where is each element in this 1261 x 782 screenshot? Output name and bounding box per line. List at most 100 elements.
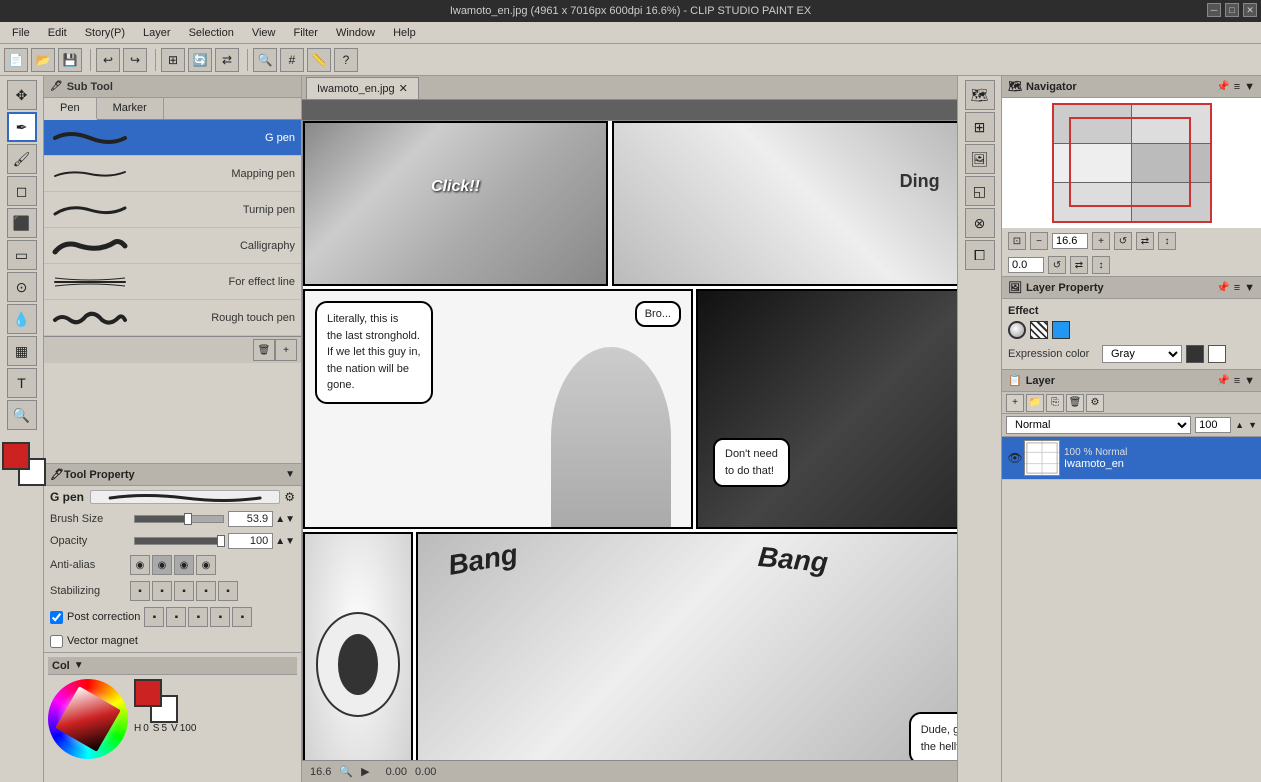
maximize-button[interactable]: □ bbox=[1225, 3, 1239, 17]
nav-flip-v[interactable]: ↕ bbox=[1092, 256, 1110, 274]
menu-item-storyp[interactable]: Story(P) bbox=[77, 25, 133, 41]
effect-circle-btn[interactable] bbox=[1008, 321, 1026, 339]
nav-zoom-input[interactable] bbox=[1052, 233, 1088, 249]
lasso-tool[interactable]: ⊙ bbox=[7, 272, 37, 302]
color-wheel-container[interactable] bbox=[48, 679, 128, 759]
anti-alias-strong[interactable]: ◉ bbox=[196, 555, 216, 575]
canvas-tab-close[interactable]: ✕ bbox=[399, 82, 408, 95]
stab-2[interactable]: ▪ bbox=[152, 581, 172, 601]
fg-color-swatch[interactable] bbox=[134, 679, 162, 707]
add-layer-btn[interactable]: + bbox=[1006, 394, 1024, 412]
canvas-content[interactable]: Click!! Ding Literally, this isthe last … bbox=[302, 100, 957, 760]
tab-pen[interactable]: Pen bbox=[44, 98, 97, 120]
gradient-tool[interactable]: ▦ bbox=[7, 336, 37, 366]
pen-item-calligraphy[interactable]: Calligraphy bbox=[44, 228, 301, 264]
open-button[interactable]: 📂 bbox=[31, 48, 55, 72]
sat-input[interactable]: 5 bbox=[161, 723, 167, 734]
transform-button[interactable]: ⊞ bbox=[161, 48, 185, 72]
opacity-up[interactable]: ▲ bbox=[275, 536, 285, 547]
zoom-in-button[interactable]: 🔍 bbox=[253, 48, 277, 72]
layer-menu-btn[interactable]: ≡ bbox=[1234, 375, 1240, 387]
rt-tool6[interactable]: ⧠ bbox=[965, 240, 995, 270]
opacity-up-btn[interactable]: ▲ bbox=[1235, 420, 1244, 430]
nav-zoom-out-btn[interactable]: − bbox=[1030, 232, 1048, 250]
canvas-tab[interactable]: Iwamoto_en.jpg ✕ bbox=[306, 77, 419, 99]
rt-tool2[interactable]: ⊞ bbox=[965, 112, 995, 142]
grid-button[interactable]: # bbox=[280, 48, 304, 72]
opacity-down-btn[interactable]: ▼ bbox=[1248, 420, 1257, 430]
nav-menu-btn[interactable]: ≡ bbox=[1234, 81, 1240, 93]
nav-fit-btn[interactable]: ⊡ bbox=[1008, 232, 1026, 250]
menu-item-help[interactable]: Help bbox=[385, 25, 424, 41]
pc-1[interactable]: ▪ bbox=[144, 607, 164, 627]
pen-add-button[interactable]: + bbox=[275, 339, 297, 361]
menu-item-window[interactable]: Window bbox=[328, 25, 383, 41]
post-correction-checkbox[interactable] bbox=[50, 611, 63, 624]
nav-mirror-btn[interactable]: ↕ bbox=[1158, 232, 1176, 250]
lp-collapse-btn[interactable]: ▼ bbox=[1244, 282, 1255, 294]
fill-tool[interactable]: ⬛ bbox=[7, 208, 37, 238]
pc-5[interactable]: ▪ bbox=[232, 607, 252, 627]
zoom-fit-btn[interactable]: ▶ bbox=[361, 765, 369, 778]
pc-2[interactable]: ▪ bbox=[166, 607, 186, 627]
nav-collapse-btn[interactable]: ▼ bbox=[1244, 81, 1255, 93]
close-button[interactable]: ✕ bbox=[1243, 3, 1257, 17]
duplicate-layer-btn[interactable]: ⎘ bbox=[1046, 394, 1064, 412]
layer-collapse-btn[interactable]: ▼ bbox=[1244, 375, 1255, 387]
pc-3[interactable]: ▪ bbox=[188, 607, 208, 627]
menu-item-view[interactable]: View bbox=[244, 25, 284, 41]
rotate-button[interactable]: 🔄 bbox=[188, 48, 212, 72]
brush-size-up[interactable]: ▲ bbox=[275, 514, 285, 525]
menu-item-layer[interactable]: Layer bbox=[135, 25, 179, 41]
stab-5[interactable]: ▪ bbox=[218, 581, 238, 601]
nav-flip-btn[interactable]: ⇄ bbox=[1136, 232, 1154, 250]
pen-tool[interactable]: ✒ bbox=[7, 112, 37, 142]
rt-tool1[interactable]: 🗺 bbox=[965, 80, 995, 110]
zoom-icon[interactable]: 🔍 bbox=[339, 765, 353, 778]
tool-property-expand[interactable]: ▼ bbox=[285, 469, 295, 480]
val-input[interactable]: 100 bbox=[180, 723, 197, 734]
minimize-button[interactable]: ─ bbox=[1207, 3, 1221, 17]
eraser-tool[interactable]: ◻ bbox=[7, 176, 37, 206]
pen-delete-button[interactable]: 🗑 bbox=[253, 339, 275, 361]
effect-pattern-btn[interactable] bbox=[1030, 321, 1048, 339]
brush-size-down[interactable]: ▼ bbox=[285, 514, 295, 525]
color-expand[interactable]: ▼ bbox=[74, 660, 84, 671]
layer-settings-btn[interactable]: ⚙ bbox=[1086, 394, 1104, 412]
rt-tool4[interactable]: ◱ bbox=[965, 176, 995, 206]
pen-item-turnip[interactable]: Turnip pen bbox=[44, 192, 301, 228]
undo-button[interactable]: ↩ bbox=[96, 48, 120, 72]
zoom-tool[interactable]: 🔍 bbox=[7, 400, 37, 430]
nav-pin-btn[interactable]: 📌 bbox=[1216, 80, 1230, 93]
nav-flip-h[interactable]: ⇄ bbox=[1070, 256, 1088, 274]
effect-color-btn[interactable] bbox=[1052, 321, 1070, 339]
anti-alias-none[interactable]: ◉ bbox=[130, 555, 150, 575]
brush-size-slider[interactable] bbox=[134, 515, 224, 523]
redo-button[interactable]: ↪ bbox=[123, 48, 147, 72]
pc-4[interactable]: ▪ bbox=[210, 607, 230, 627]
eyedrop-tool[interactable]: 💧 bbox=[7, 304, 37, 334]
tab-marker[interactable]: Marker bbox=[97, 98, 164, 119]
pen-item-effect[interactable]: For effect line bbox=[44, 264, 301, 300]
pen-item-gpen[interactable]: G pen bbox=[44, 120, 301, 156]
pen-item-rough[interactable]: Rough touch pen bbox=[44, 300, 301, 336]
save-button[interactable]: 💾 bbox=[58, 48, 82, 72]
flip-button[interactable]: ⇄ bbox=[215, 48, 239, 72]
opacity-slider[interactable] bbox=[134, 537, 224, 545]
help-button[interactable]: ? bbox=[334, 48, 358, 72]
new-button[interactable]: 📄 bbox=[4, 48, 28, 72]
stab-4[interactable]: ▪ bbox=[196, 581, 216, 601]
stab-1[interactable]: ▪ bbox=[130, 581, 150, 601]
blend-mode-select[interactable]: Normal Multiply Screen bbox=[1006, 416, 1191, 434]
brush-size-value[interactable]: 53.9 bbox=[228, 511, 273, 527]
layer-pin-btn[interactable]: 📌 bbox=[1216, 374, 1230, 387]
delete-layer-btn[interactable]: 🗑 bbox=[1066, 394, 1084, 412]
rt-tool5[interactable]: ⊗ bbox=[965, 208, 995, 238]
opacity-handle[interactable] bbox=[217, 535, 225, 547]
anti-alias-weak[interactable]: ◉ bbox=[152, 555, 172, 575]
add-folder-btn[interactable]: 📁 bbox=[1026, 394, 1044, 412]
nav-rotate-btn[interactable]: ↺ bbox=[1114, 232, 1132, 250]
expression-color-select[interactable]: Gray Color Monochrome bbox=[1102, 345, 1182, 363]
manga-canvas[interactable]: Click!! Ding Literally, this isthe last … bbox=[302, 120, 957, 760]
move-tool[interactable]: ✥ bbox=[7, 80, 37, 110]
